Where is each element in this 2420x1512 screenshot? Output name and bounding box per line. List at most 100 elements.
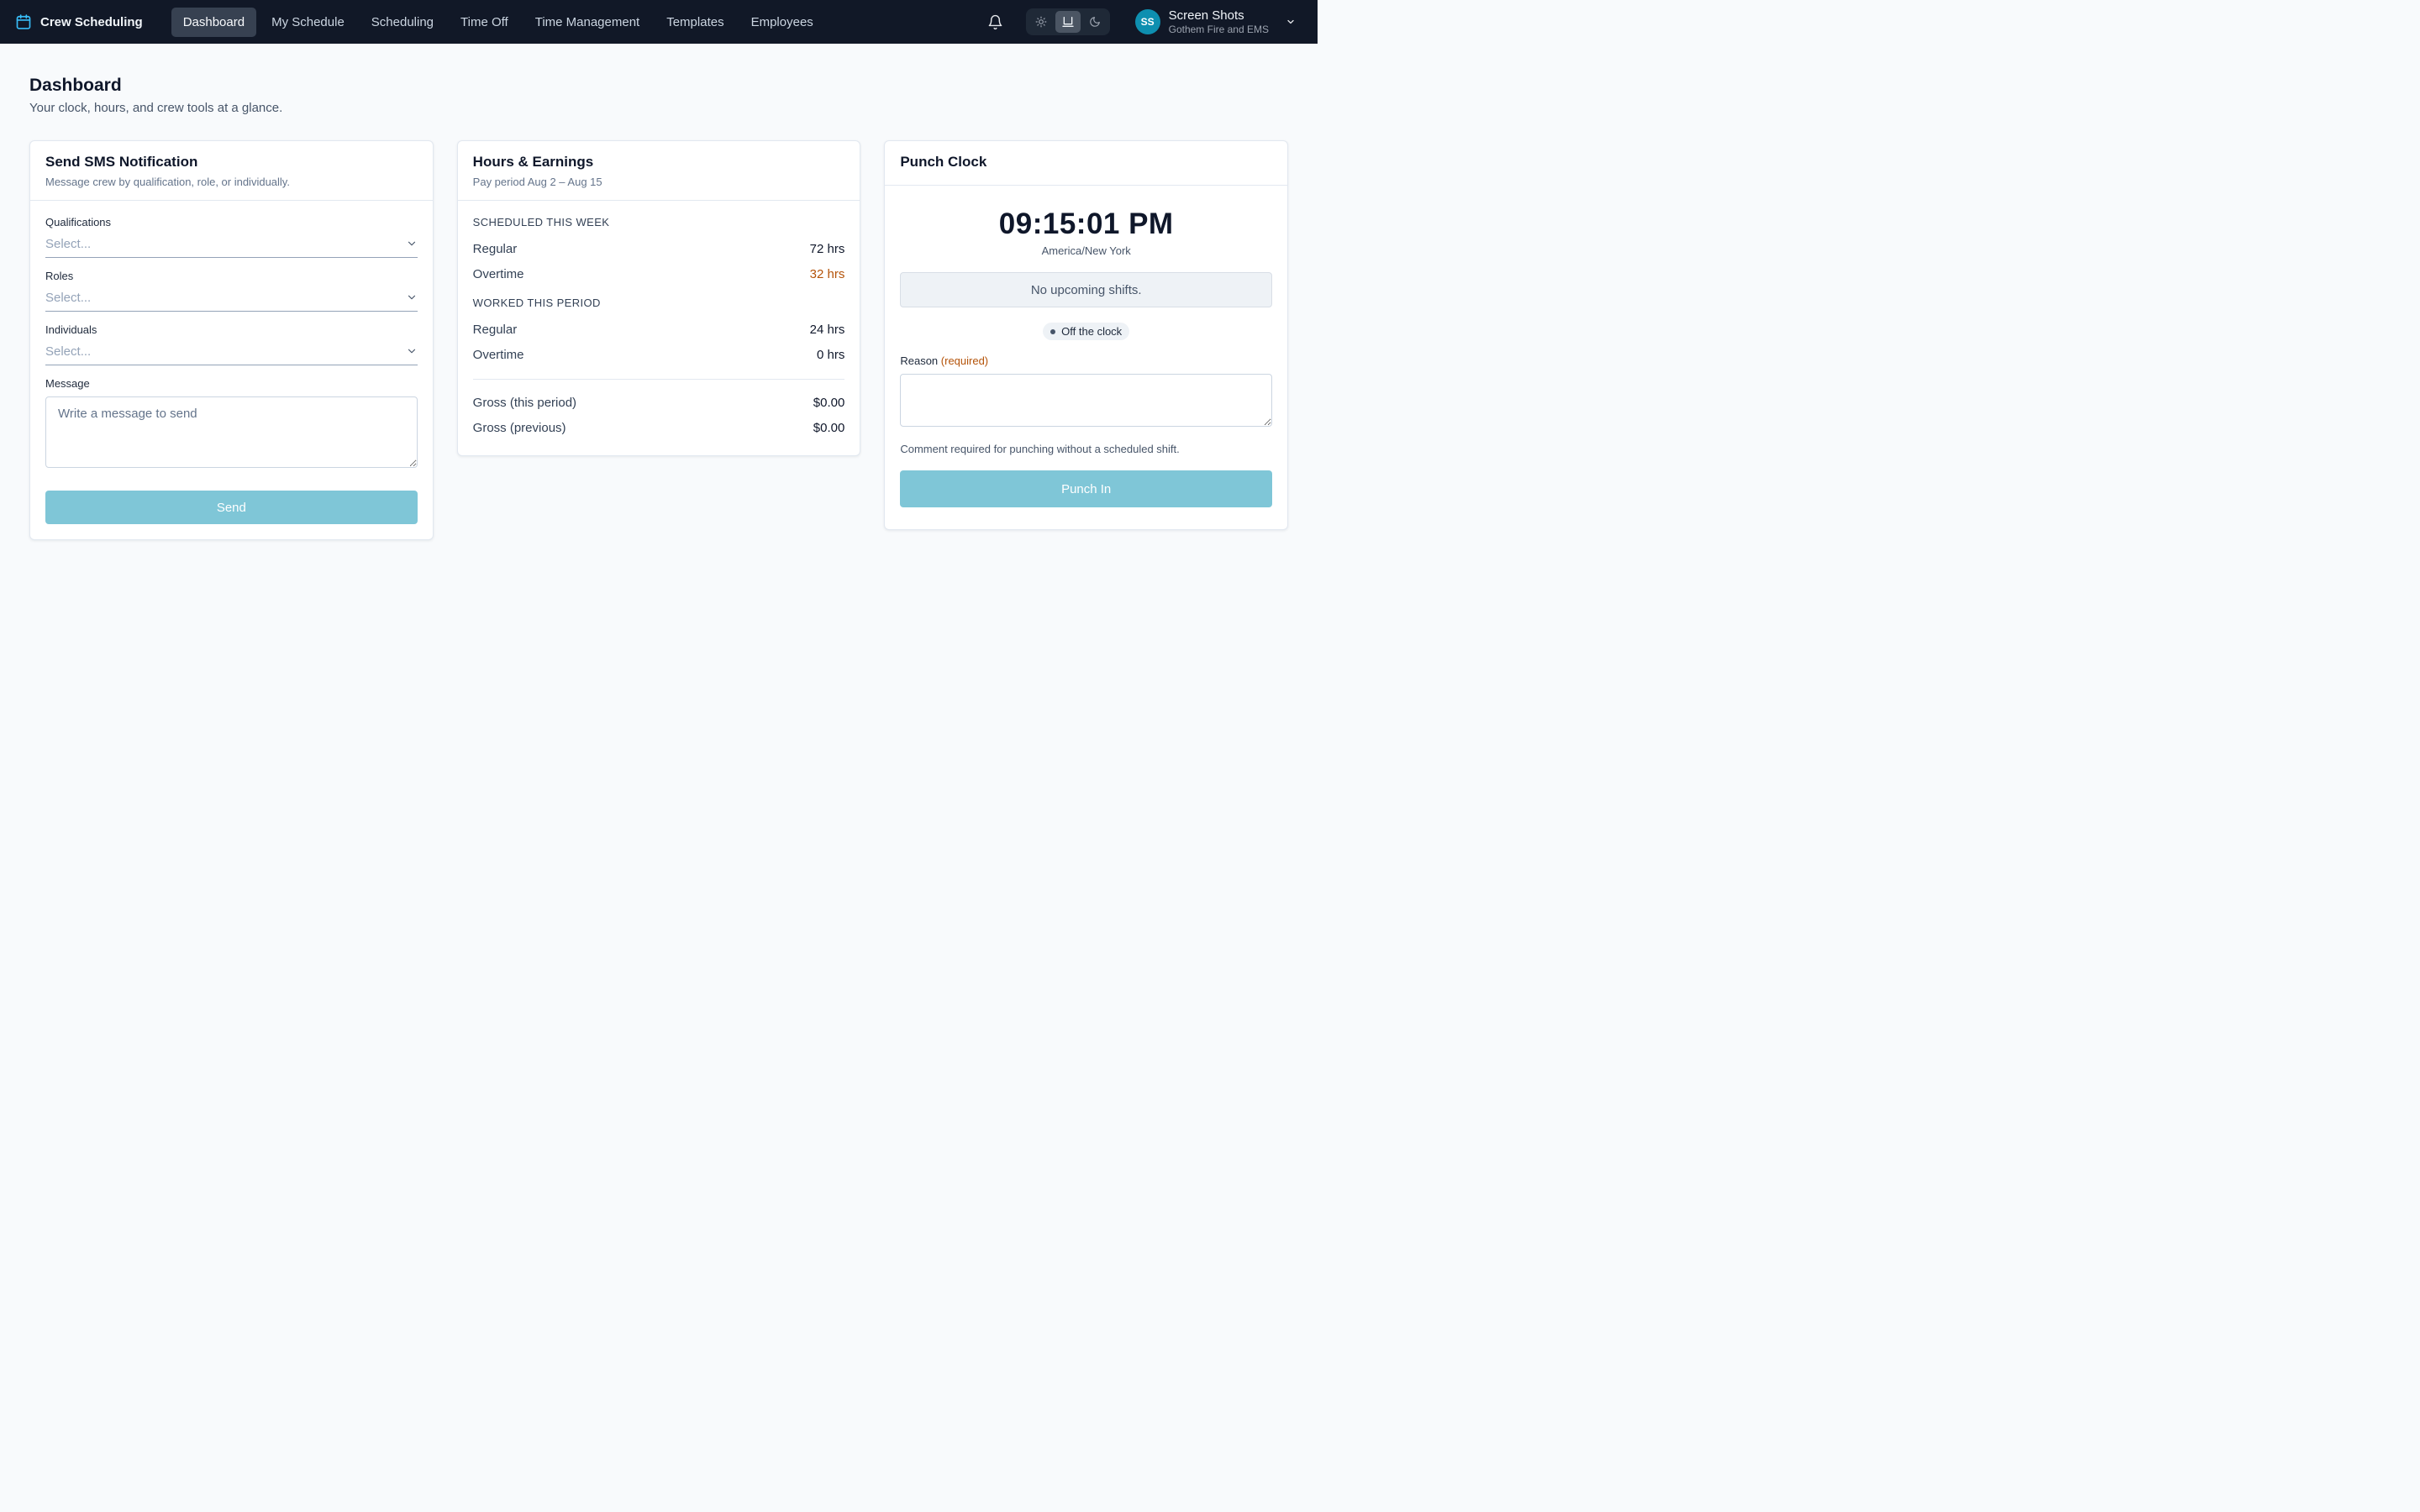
row-label: Gross (this period) (472, 395, 577, 410)
punch-body: 09:15:01 PM America/New York No upcoming… (885, 186, 1287, 529)
theme-dark-button[interactable] (1082, 11, 1107, 33)
topbar-right: SS Screen Shots Gothem Fire and EMS (981, 7, 1302, 37)
row-label: Overtime (472, 347, 524, 362)
row-label: Regular (472, 241, 518, 256)
nav-item-time-management[interactable]: Time Management (523, 8, 652, 37)
message-label: Message (45, 377, 90, 390)
qualifications-placeholder: Select... (45, 236, 92, 251)
sms-card-subtitle: Message crew by qualification, role, or … (45, 176, 290, 188)
send-button[interactable]: Send (45, 491, 418, 524)
clock-time: 09:15:01 PM (998, 207, 1174, 240)
chevron-down-icon (408, 295, 415, 300)
card-header: Punch Clock (885, 141, 1288, 186)
roles-select[interactable]: Select... (45, 289, 418, 312)
hours-card-title: Hours & Earnings (472, 154, 594, 170)
nav-item-employees[interactable]: Employees (739, 8, 825, 37)
theme-system-button[interactable] (1055, 11, 1081, 33)
user-info: Screen Shots Gothem Fire and EMS (1169, 8, 1269, 36)
worked-regular-row: Regular 24 hrs (473, 317, 845, 342)
bell-icon (988, 14, 1002, 29)
main-nav: Dashboard My Schedule Scheduling Time Of… (171, 7, 825, 37)
individuals-label: Individuals (45, 323, 97, 336)
status-badge: Off the clock (1043, 323, 1130, 340)
card-row: Send SMS Notification Message crew by qu… (29, 140, 1289, 540)
gross-this-period-row: Gross (this period) $0.00 (473, 390, 845, 415)
chevron-down-icon (408, 241, 415, 246)
calendar-icon (16, 14, 31, 29)
avatar: SS (1134, 9, 1160, 34)
sms-form: Qualifications Select... Roles Select...… (30, 201, 433, 539)
reason-help-text: Comment required for punching without a … (900, 443, 1180, 455)
notifications-button[interactable] (981, 7, 1011, 37)
worked-regular-value: 24 hrs (809, 322, 845, 337)
hours-earnings-card: Hours & Earnings Pay period Aug 2 – Aug … (456, 140, 861, 456)
divider (472, 379, 845, 380)
sms-card-title: Send SMS Notification (45, 154, 198, 170)
punch-clock-card: Punch Clock 09:15:01 PM America/New York… (884, 140, 1289, 530)
punch-in-button[interactable]: Punch In (900, 470, 1273, 507)
card-header: Hours & Earnings Pay period Aug 2 – Aug … (457, 141, 860, 201)
clock-display: 09:15:01 PM America/New York (900, 201, 1272, 257)
scheduled-regular-value: 72 hrs (809, 241, 845, 256)
card-header: Send SMS Notification Message crew by qu… (30, 141, 433, 201)
nav-item-dashboard[interactable]: Dashboard (171, 7, 257, 37)
nav-item-time-off[interactable]: Time Off (449, 8, 520, 37)
monitor-icon (1061, 17, 1074, 27)
roles-field: Roles Select... (45, 270, 418, 312)
message-textarea[interactable] (45, 396, 418, 468)
row-label: Overtime (472, 266, 524, 281)
reason-required-text: (required) (940, 354, 989, 367)
scheduled-regular-row: Regular 72 hrs (473, 236, 845, 261)
upcoming-shift-box: No upcoming shifts. (900, 272, 1273, 307)
status-wrap: Off the clock (900, 323, 1272, 340)
reason-textarea[interactable] (900, 374, 1273, 427)
hours-body: SCHEDULED THIS WEEK Regular 72 hrs Overt… (458, 201, 860, 455)
roles-placeholder: Select... (45, 290, 92, 305)
row-label: Gross (previous) (472, 420, 566, 435)
dashboard-page: Dashboard Your clock, hours, and crew to… (0, 44, 1318, 540)
reason-label: Reason (required) (900, 354, 1272, 367)
worked-overtime-row: Overtime 0 hrs (473, 342, 845, 367)
status-text: Off the clock (1061, 325, 1123, 338)
status-dot (1050, 328, 1056, 334)
theme-light-button[interactable] (1028, 11, 1054, 33)
chevron-down-icon (408, 349, 415, 354)
worked-overtime-value: 0 hrs (816, 347, 845, 362)
nav-item-templates[interactable]: Templates (655, 8, 735, 37)
qualifications-label: Qualifications (45, 216, 112, 228)
reason-label-text: Reason (900, 354, 939, 367)
sun-icon (1035, 16, 1047, 28)
message-field: Message (45, 377, 418, 472)
qualifications-select[interactable]: Select... (45, 235, 418, 258)
punch-card-title: Punch Clock (900, 154, 987, 170)
page-title: Dashboard (29, 76, 122, 95)
moon-icon (1089, 17, 1100, 27)
clock-timezone: America/New York (1041, 244, 1131, 257)
individuals-field: Individuals Select... (45, 323, 418, 365)
user-org: Gothem Fire and EMS (1168, 23, 1269, 35)
nav-item-scheduling[interactable]: Scheduling (360, 8, 445, 37)
top-nav-bar: Crew Scheduling Dashboard My Schedule Sc… (0, 0, 1318, 44)
roles-label: Roles (45, 270, 74, 282)
user-menu[interactable]: SS Screen Shots Gothem Fire and EMS (1134, 8, 1302, 36)
user-name: Screen Shots (1168, 8, 1244, 23)
chevron-down-icon (1287, 19, 1294, 24)
individuals-placeholder: Select... (45, 344, 92, 359)
nav-item-my-schedule[interactable]: My Schedule (260, 8, 356, 37)
theme-toggle (1025, 8, 1110, 35)
qualifications-field: Qualifications Select... (45, 216, 418, 258)
gross-previous-row: Gross (previous) $0.00 (473, 415, 845, 440)
app-name: Crew Scheduling (40, 14, 143, 29)
scheduled-section-label: SCHEDULED THIS WEEK (472, 216, 610, 228)
scheduled-overtime-row: Overtime 32 hrs (473, 261, 845, 286)
gross-this-period-value: $0.00 (813, 395, 845, 410)
scheduled-overtime-value: 32 hrs (809, 266, 845, 281)
sms-notification-card: Send SMS Notification Message crew by qu… (29, 140, 434, 540)
individuals-select[interactable]: Select... (45, 343, 418, 365)
pay-period: Pay period Aug 2 – Aug 15 (472, 176, 602, 188)
page-subtitle: Your clock, hours, and crew tools at a g… (29, 101, 283, 115)
brand[interactable]: Crew Scheduling (15, 13, 143, 30)
worked-section-label: WORKED THIS PERIOD (472, 297, 601, 309)
row-label: Regular (472, 322, 518, 337)
gross-previous-value: $0.00 (813, 420, 845, 435)
